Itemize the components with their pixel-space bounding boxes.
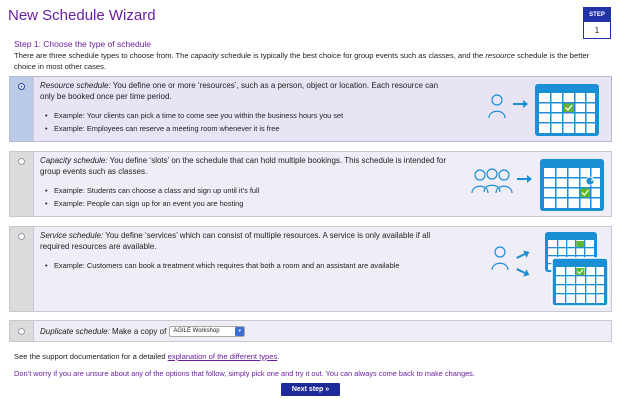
example-item: Example: Employees can reserve a meeting… bbox=[45, 124, 279, 133]
arrow-right-icon bbox=[513, 100, 528, 108]
reassurance-note: Don’t worry if you are unsure about any … bbox=[14, 369, 475, 378]
step-number: 1 bbox=[594, 26, 600, 35]
option-description: Resource schedule: You define one or mor… bbox=[40, 81, 439, 101]
group-icon bbox=[471, 168, 513, 194]
option-resource-schedule[interactable]: Resource schedule: You define one or mor… bbox=[9, 76, 612, 142]
example-item: Example: Customers can book a treatment … bbox=[45, 261, 399, 270]
option-service-schedule[interactable]: Service schedule: You define ‘services’ … bbox=[9, 226, 612, 312]
example-item: Example: Your clients can pick a time to… bbox=[45, 111, 343, 120]
chevron-down-icon: ▾ bbox=[235, 327, 245, 337]
example-item: Example: Students can choose a class and… bbox=[45, 186, 259, 195]
support-text: See the support documentation for a deta… bbox=[14, 352, 280, 361]
radio-capacity[interactable] bbox=[18, 158, 25, 165]
option-description: Duplicate schedule: Make a copy of AGILE … bbox=[40, 326, 246, 338]
capacity-illustration bbox=[471, 159, 604, 211]
radio-resource[interactable] bbox=[18, 83, 25, 90]
intro-text: There are three schedule types to choose… bbox=[14, 51, 590, 71]
person-icon bbox=[491, 246, 509, 271]
step-label: STEP bbox=[584, 8, 610, 22]
calendar-icon bbox=[551, 257, 609, 307]
resource-illustration bbox=[488, 84, 599, 136]
page-title: New Schedule Wizard bbox=[8, 7, 156, 24]
service-illustration bbox=[491, 232, 609, 307]
option-capacity-schedule[interactable]: Capacity schedule: You define ‘slots’ on… bbox=[9, 151, 612, 217]
option-duplicate-schedule[interactable]: Duplicate schedule: Make a copy of AGILE … bbox=[9, 320, 612, 342]
check-icon bbox=[563, 103, 574, 112]
calendar-icon bbox=[540, 159, 604, 211]
person-icon bbox=[488, 94, 506, 119]
capacity-badge-number: 3 bbox=[590, 177, 594, 183]
step-heading: Step 1: Choose the type of schedule bbox=[14, 39, 152, 49]
schedule-select[interactable]: AGILE Workshop ▾ bbox=[169, 326, 246, 338]
support-link[interactable]: explanation of the different types bbox=[168, 352, 278, 361]
radio-duplicate[interactable] bbox=[18, 328, 25, 335]
option-description: Service schedule: You define ‘services’ … bbox=[40, 231, 431, 251]
example-item: Example: People can sign up for an event… bbox=[45, 199, 243, 208]
arrow-right-icon bbox=[517, 175, 532, 183]
next-step-button[interactable]: Next step » bbox=[281, 383, 340, 396]
check-icon bbox=[576, 241, 584, 247]
radio-service[interactable] bbox=[18, 233, 25, 240]
step-indicator: STEP 1 bbox=[583, 7, 611, 39]
calendar-icon bbox=[535, 84, 599, 136]
arrow-right-icon bbox=[516, 250, 530, 277]
option-description: Capacity schedule: You define ‘slots’ on… bbox=[40, 156, 447, 176]
